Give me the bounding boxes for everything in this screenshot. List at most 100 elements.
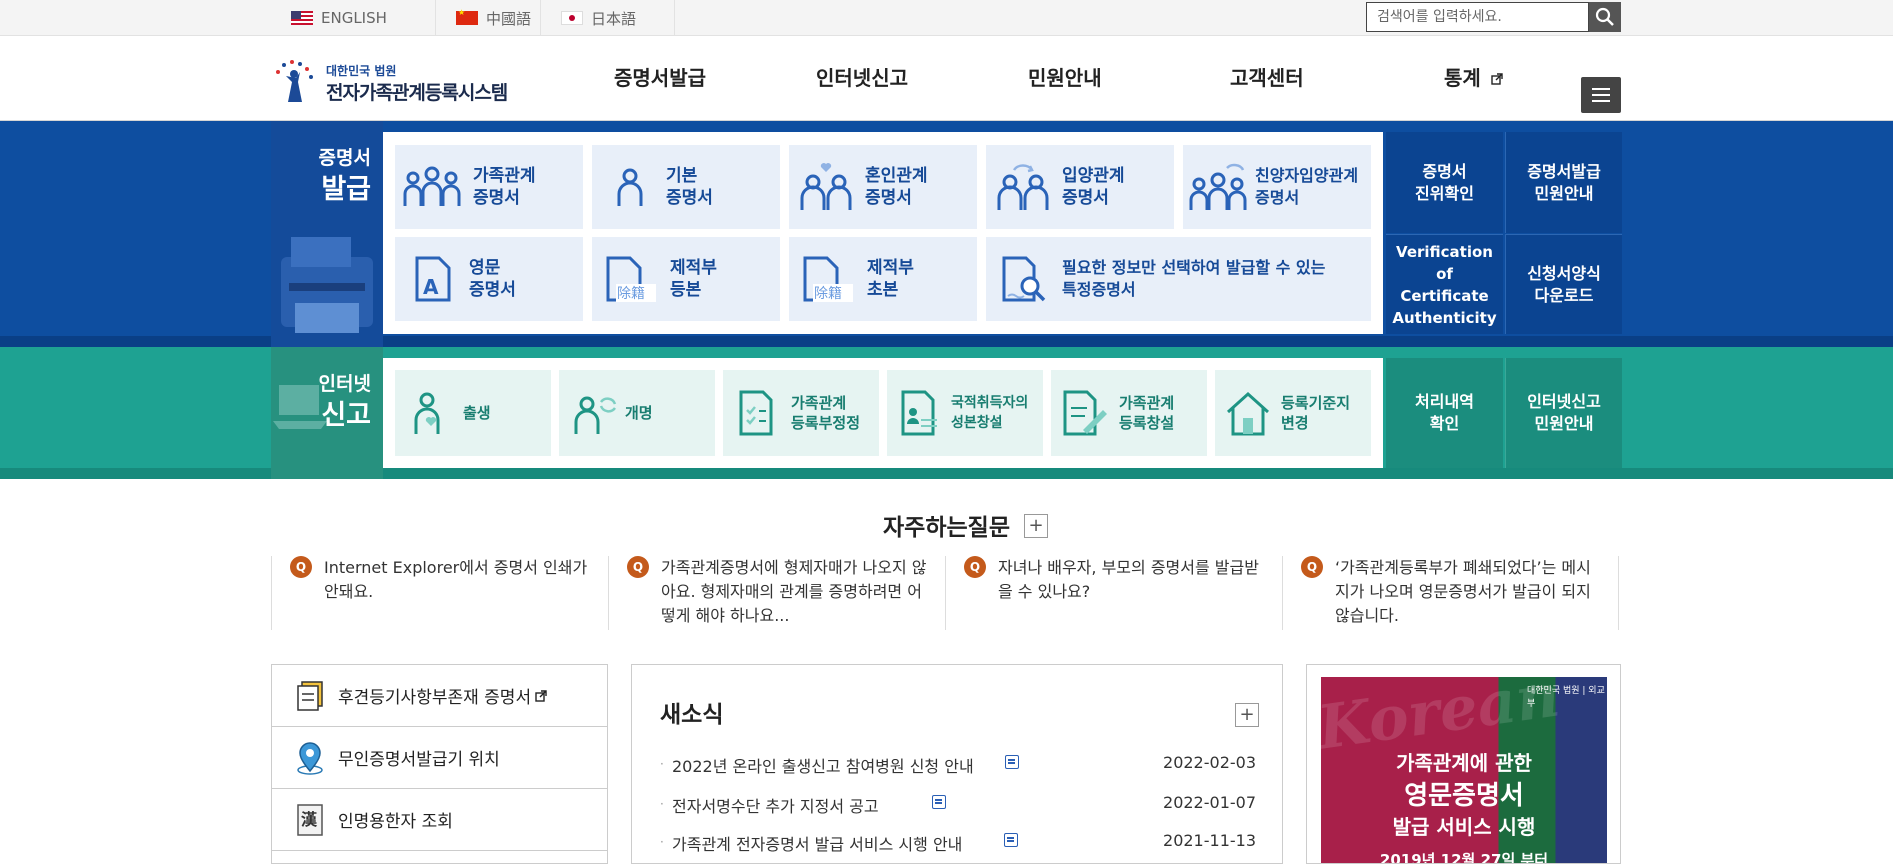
promo-banner[interactable]: Korean 대한민국 법원 | 외교부 가족관계에 관한 영문증명서 발급 서… [1306, 664, 1621, 864]
news-item[interactable]: · 전자서명수단 추가 지정서 공고 2022-01-07 [660, 793, 1256, 819]
section-title-line2: 발급 [321, 174, 371, 205]
news-item-title: 가족관계 전자증명서 발급 서비스 시행 안내 [672, 835, 963, 854]
search-input[interactable]: 검색어를 입력하세요. [1366, 2, 1589, 32]
logo-subtitle: 대한민국 법원 [326, 64, 397, 78]
gnb-customer-center[interactable]: 고객센터 [1230, 36, 1304, 121]
news-item[interactable]: · 가족관계 전자증명서 발급 서비스 시행 안내 2021-11-13 [660, 831, 1256, 857]
cert-card-english[interactable]: A 영문 증명서 [395, 237, 583, 321]
search-icon [1595, 7, 1614, 26]
rename-icon [574, 396, 617, 434]
report-civil-guide-button[interactable]: 인터넷신고 민원안내 [1505, 358, 1622, 468]
couple-heart-icon [800, 163, 852, 210]
gnb-certificate[interactable]: 증명서발급 [614, 36, 706, 121]
news-box: 새소식 + · 2022년 온라인 출생신고 참여병원 신청 안내 2022-0… [631, 664, 1283, 864]
report-card-correction[interactable]: 가족관계 등록부정정 [723, 370, 879, 456]
report-card-rename[interactable]: 개명 [559, 370, 715, 456]
nationality-document-icon [901, 390, 937, 436]
plus-icon: + [1239, 704, 1255, 725]
lang-chinese-link[interactable]: 中國語 [436, 0, 541, 36]
report-card-label: 개명 [625, 404, 653, 422]
faq-item[interactable]: Q 자녀나 배우자, 부모의 증명서를 발급받을 수 있나요? [945, 556, 1282, 630]
gnb-internet-report[interactable]: 인터넷신고 [816, 36, 908, 121]
quick-link-guardianship[interactable]: 후견등기사항부존재 증명서 [272, 665, 607, 727]
us-flag-icon [291, 11, 313, 25]
house-icon [1226, 391, 1270, 436]
removed-register-icon: 除籍 [803, 256, 853, 302]
lang-label: 日本語 [591, 9, 637, 28]
faq-item[interactable]: Q ‘가족관계등록부가 폐쇄되었다’는 메시지가 나오며 영문증명서가 발급이 … [1282, 556, 1619, 630]
report-card-creation[interactable]: 가족관계 등록창설 [1051, 370, 1207, 456]
report-card-domicile-change[interactable]: 등록기준지 변경 [1215, 370, 1371, 456]
report-card-label: 가족관계 등록부정정 [791, 394, 861, 432]
report-section-header: 인터넷 신고 [271, 347, 383, 479]
faq-question: 자녀나 배우자, 부모의 증명서를 발급받을 수 있나요? [998, 558, 1259, 601]
cert-card-removed-copy[interactable]: 除籍 제적부 등본 [592, 237, 780, 321]
report-card-nationality[interactable]: 국적취득자의 성본창설 [887, 370, 1043, 456]
quick-link-kiosk-location[interactable]: 무인증명서발급기 위치 [272, 727, 607, 789]
cert-card-family-relation[interactable]: 가족관계 증명서 [395, 145, 583, 229]
plus-icon: + [1028, 515, 1044, 536]
faq-item[interactable]: Q 가족관계증명서에 형제자매가 나오지 않아요. 형제자매의 관계를 증명하려… [608, 556, 945, 630]
adoption-icon [997, 164, 1049, 210]
document-icon [932, 795, 946, 809]
faq-q-badge: Q [964, 556, 986, 578]
cert-card-label: 제적부 초본 [867, 258, 914, 300]
external-link-icon [1491, 73, 1503, 85]
cert-card-basic[interactable]: 기본 증명서 [592, 145, 780, 229]
gnb-civil-guide[interactable]: 민원안내 [1028, 36, 1102, 121]
news-more-button[interactable]: + [1235, 703, 1259, 727]
banner-line1: 가족관계에 관한 [1396, 751, 1532, 775]
news-item-date: 2021-11-13 [1163, 831, 1256, 850]
news-item-date: 2022-02-03 [1163, 753, 1256, 772]
faq-more-button[interactable]: + [1024, 514, 1048, 538]
report-card-label: 가족관계 등록창설 [1119, 394, 1175, 432]
certificate-civil-guide-button[interactable]: 증명서발급 민원안내 [1505, 132, 1622, 233]
quick-link-label: 무인증명서발급기 위치 [338, 750, 500, 770]
news-item[interactable]: · 2022년 온라인 출생신고 참여병원 신청 안내 2022-02-03 [660, 753, 1256, 779]
form-download-button[interactable]: 신청서양식 다운로드 [1505, 234, 1622, 334]
faq-item[interactable]: Q Internet Explorer에서 증명서 인쇄가 안돼요. [271, 556, 608, 630]
cert-card-removed-abstract[interactable]: 除籍 제적부 초본 [789, 237, 977, 321]
birth-icon [414, 392, 440, 434]
china-flag-icon [456, 8, 478, 25]
cert-card-adoption[interactable]: 입양관계 증명서 [986, 145, 1174, 229]
cert-card-specific[interactable]: 필요한 정보만 선택하여 발급할 수 있는 특정증명서 [986, 237, 1371, 321]
gnb-statistics[interactable]: 통계 [1444, 36, 1503, 121]
gnb-statistics-label: 통계 [1444, 66, 1481, 90]
top-utility-bar: ENGLISH 中國語 日本語 검색어를 입력하세요. [0, 0, 1893, 36]
lang-english-link[interactable]: ENGLISH [271, 0, 436, 36]
quick-link-label: 후견등기사항부존재 증명서 [338, 688, 532, 708]
family-adoption-icon [1189, 163, 1247, 210]
news-title: 새소식 [660, 702, 724, 728]
all-menu-button[interactable] [1581, 77, 1621, 113]
svg-text:A: A [423, 275, 439, 299]
lang-japanese-link[interactable]: 日本語 [541, 0, 675, 36]
person-icon [617, 168, 643, 206]
cert-card-label: 입양관계 증명서 [1062, 166, 1125, 208]
certificate-verify-button[interactable]: 증명서 진위확인 [1386, 132, 1503, 233]
hamburger-icon [1592, 88, 1610, 90]
certificate-section-header: 증명서 발급 [271, 121, 383, 347]
cert-card-full-adoption[interactable]: 친양자입양관계 증명서 [1183, 145, 1371, 229]
quick-link-hanja-search[interactable]: 漢 인명용한자 조회 [272, 789, 607, 851]
report-card-birth[interactable]: 출생 [395, 370, 551, 456]
banner-line3: 발급 서비스 시행 [1392, 815, 1536, 839]
location-pin-icon [297, 741, 323, 775]
cert-card-label: 제적부 등본 [670, 258, 717, 300]
site-logo[interactable]: 대한민국 법원 전자가족관계등록시스템 [270, 58, 520, 106]
document-stack-icon [297, 680, 323, 711]
verification-authenticity-button[interactable]: Verification of Certificate Authenticity [1386, 234, 1503, 334]
search-button[interactable] [1589, 2, 1621, 32]
lang-label: 中國語 [486, 9, 532, 28]
report-card-panel: 출생 개명 가족관계 등록부정정 국적취득자의 성본창설 가족관계 등록창설 등… [383, 358, 1383, 468]
document-icon [1005, 755, 1019, 769]
court-emblem-icon [276, 60, 313, 102]
news-item-title: 전자서명수단 추가 지정서 공고 [672, 797, 879, 816]
checklist-icon [739, 390, 773, 436]
cert-card-label: 혼인관계 증명서 [865, 166, 928, 208]
process-history-button[interactable]: 처리내역 확인 [1386, 358, 1503, 468]
cert-card-marriage[interactable]: 혼인관계 증명서 [789, 145, 977, 229]
edit-document-icon [1063, 390, 1107, 436]
cert-card-label: 필요한 정보만 선택하여 발급할 수 있는 특정증명서 [1062, 258, 1326, 299]
faq-question: 가족관계증명서에 형제자매가 나오지 않아요. 형제자매의 관계를 증명하려면 … [661, 558, 927, 625]
